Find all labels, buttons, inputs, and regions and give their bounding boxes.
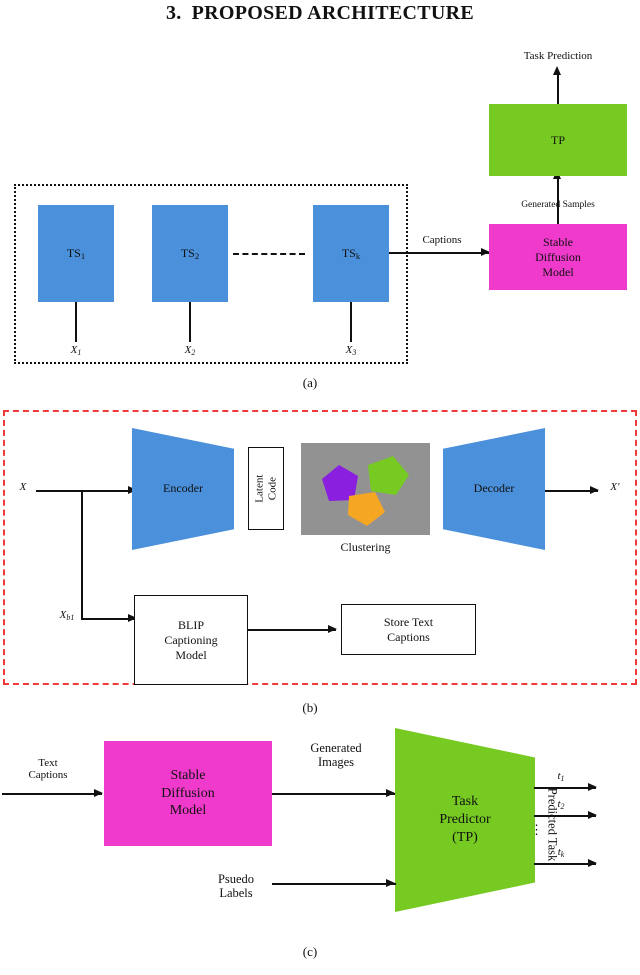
page-title-text: PROPOSED ARCHITECTURE <box>191 2 475 24</box>
task-predictor-label: Task Predictor (TP) <box>439 793 491 846</box>
panel-b-output-label: X′ <box>610 481 620 493</box>
encoder-shape: Encoder <box>132 428 234 550</box>
stable-diffusion-box-a: Stable Diffusion Model <box>489 224 627 290</box>
cluster-pentagon-green <box>368 456 409 495</box>
output-arrow-line-t1 <box>534 787 596 789</box>
panel-b-caption: (b) <box>302 700 318 715</box>
task-predictor-shape: Task Predictor (TP) <box>395 728 535 912</box>
tp-box-a: TP <box>489 104 627 176</box>
text-captions-label: Text Captions <box>28 757 68 782</box>
ts-ellipsis-connector <box>233 253 305 255</box>
clustering-label: Clustering <box>340 540 391 554</box>
blip-captioning-label: BLIP Captioning Model <box>164 617 218 662</box>
generated-images-arrow-head <box>386 789 395 797</box>
task-box-ts1: TS1 <box>38 205 114 302</box>
generated-images-label: Generated Images <box>310 741 362 769</box>
output-arrow-head-t2 <box>588 811 597 819</box>
captions-arrow-line <box>389 252 489 254</box>
panel-b-branch-vline <box>81 490 83 619</box>
panel-c-caption: (c) <box>302 944 318 959</box>
blip-captioning-box: BLIP Captioning Model <box>134 595 248 685</box>
panel-b-x-arrow-line <box>36 490 136 492</box>
stable-diffusion-label-a: Stable Diffusion Model <box>535 234 581 279</box>
text-captions-arrow-head <box>94 789 103 797</box>
output-ellipsis: ⋮ <box>530 822 543 837</box>
decoder-label: Decoder <box>473 481 515 496</box>
input-label-x1: X1 <box>70 344 82 357</box>
blip-store-arrow-line <box>248 629 336 631</box>
blip-store-arrow-head <box>328 625 337 633</box>
decoder-output-arrow-head <box>590 486 599 494</box>
store-text-captions-box: Store Text Captions <box>341 604 476 655</box>
predicted-task-label: Predicted Task <box>545 787 560 862</box>
output-arrow-head-t1 <box>588 783 597 791</box>
output-arrow-line-t2 <box>534 815 596 817</box>
page-title-number: 3. <box>165 2 182 24</box>
pseudo-labels-arrow-line <box>272 883 396 885</box>
stable-diffusion-box-c: Stable Diffusion Model <box>104 741 272 846</box>
task-prediction-arrow-head <box>553 66 561 75</box>
panel-b-branch-label-xb1: Xb1 <box>59 609 75 622</box>
pseudo-labels-label: Psuedo Labels <box>217 872 255 900</box>
clustering-shapes <box>322 456 409 526</box>
panel-a-caption: (a) <box>302 375 318 390</box>
stable-diffusion-label-c: Stable Diffusion Model <box>161 768 215 819</box>
encoder-label: Encoder <box>163 481 203 496</box>
store-text-captions-label: Store Text Captions <box>383 614 434 644</box>
task-box-ts2-label: TS2 <box>180 245 200 261</box>
task-box-tsk: TSk <box>313 205 389 302</box>
tp-box-a-label: TP <box>550 132 565 147</box>
task-box-ts2: TS2 <box>152 205 228 302</box>
ts1-input-line <box>75 302 77 342</box>
figure-page: 3. PROPOSED ARCHITECTURE TS1 X1 TS2 X2 TS… <box>0 0 640 975</box>
captions-edge-label: Captions <box>422 234 462 246</box>
latent-code-box: Latent Code <box>248 447 284 530</box>
tsk-input-line <box>350 302 352 342</box>
pseudo-labels-arrow-head <box>386 879 395 887</box>
cluster-pentagon-orange <box>348 492 385 526</box>
panel-b-input-label-x: X <box>19 481 27 493</box>
page-title: 3. PROPOSED ARCHITECTURE <box>0 2 640 25</box>
latent-code-label: Latent Code <box>253 474 278 503</box>
generated-images-arrow-line <box>272 793 396 795</box>
text-captions-arrow-line <box>2 793 102 795</box>
ts2-input-line <box>189 302 191 342</box>
output-arrow-line-tk <box>534 863 596 865</box>
task-prediction-label: Task Prediction <box>523 50 593 62</box>
decoder-shape: Decoder <box>443 428 545 550</box>
input-label-x2: X2 <box>184 344 196 357</box>
task-box-tsk-label: TSk <box>341 245 361 261</box>
task-box-ts1-label: TS1 <box>66 245 86 261</box>
generated-samples-label: Generated Samples <box>521 200 595 210</box>
clustering-image <box>301 443 430 535</box>
output-arrow-head-tk <box>588 859 597 867</box>
task-prediction-arrow-line <box>557 72 559 104</box>
input-label-x3: X3 <box>345 344 357 357</box>
